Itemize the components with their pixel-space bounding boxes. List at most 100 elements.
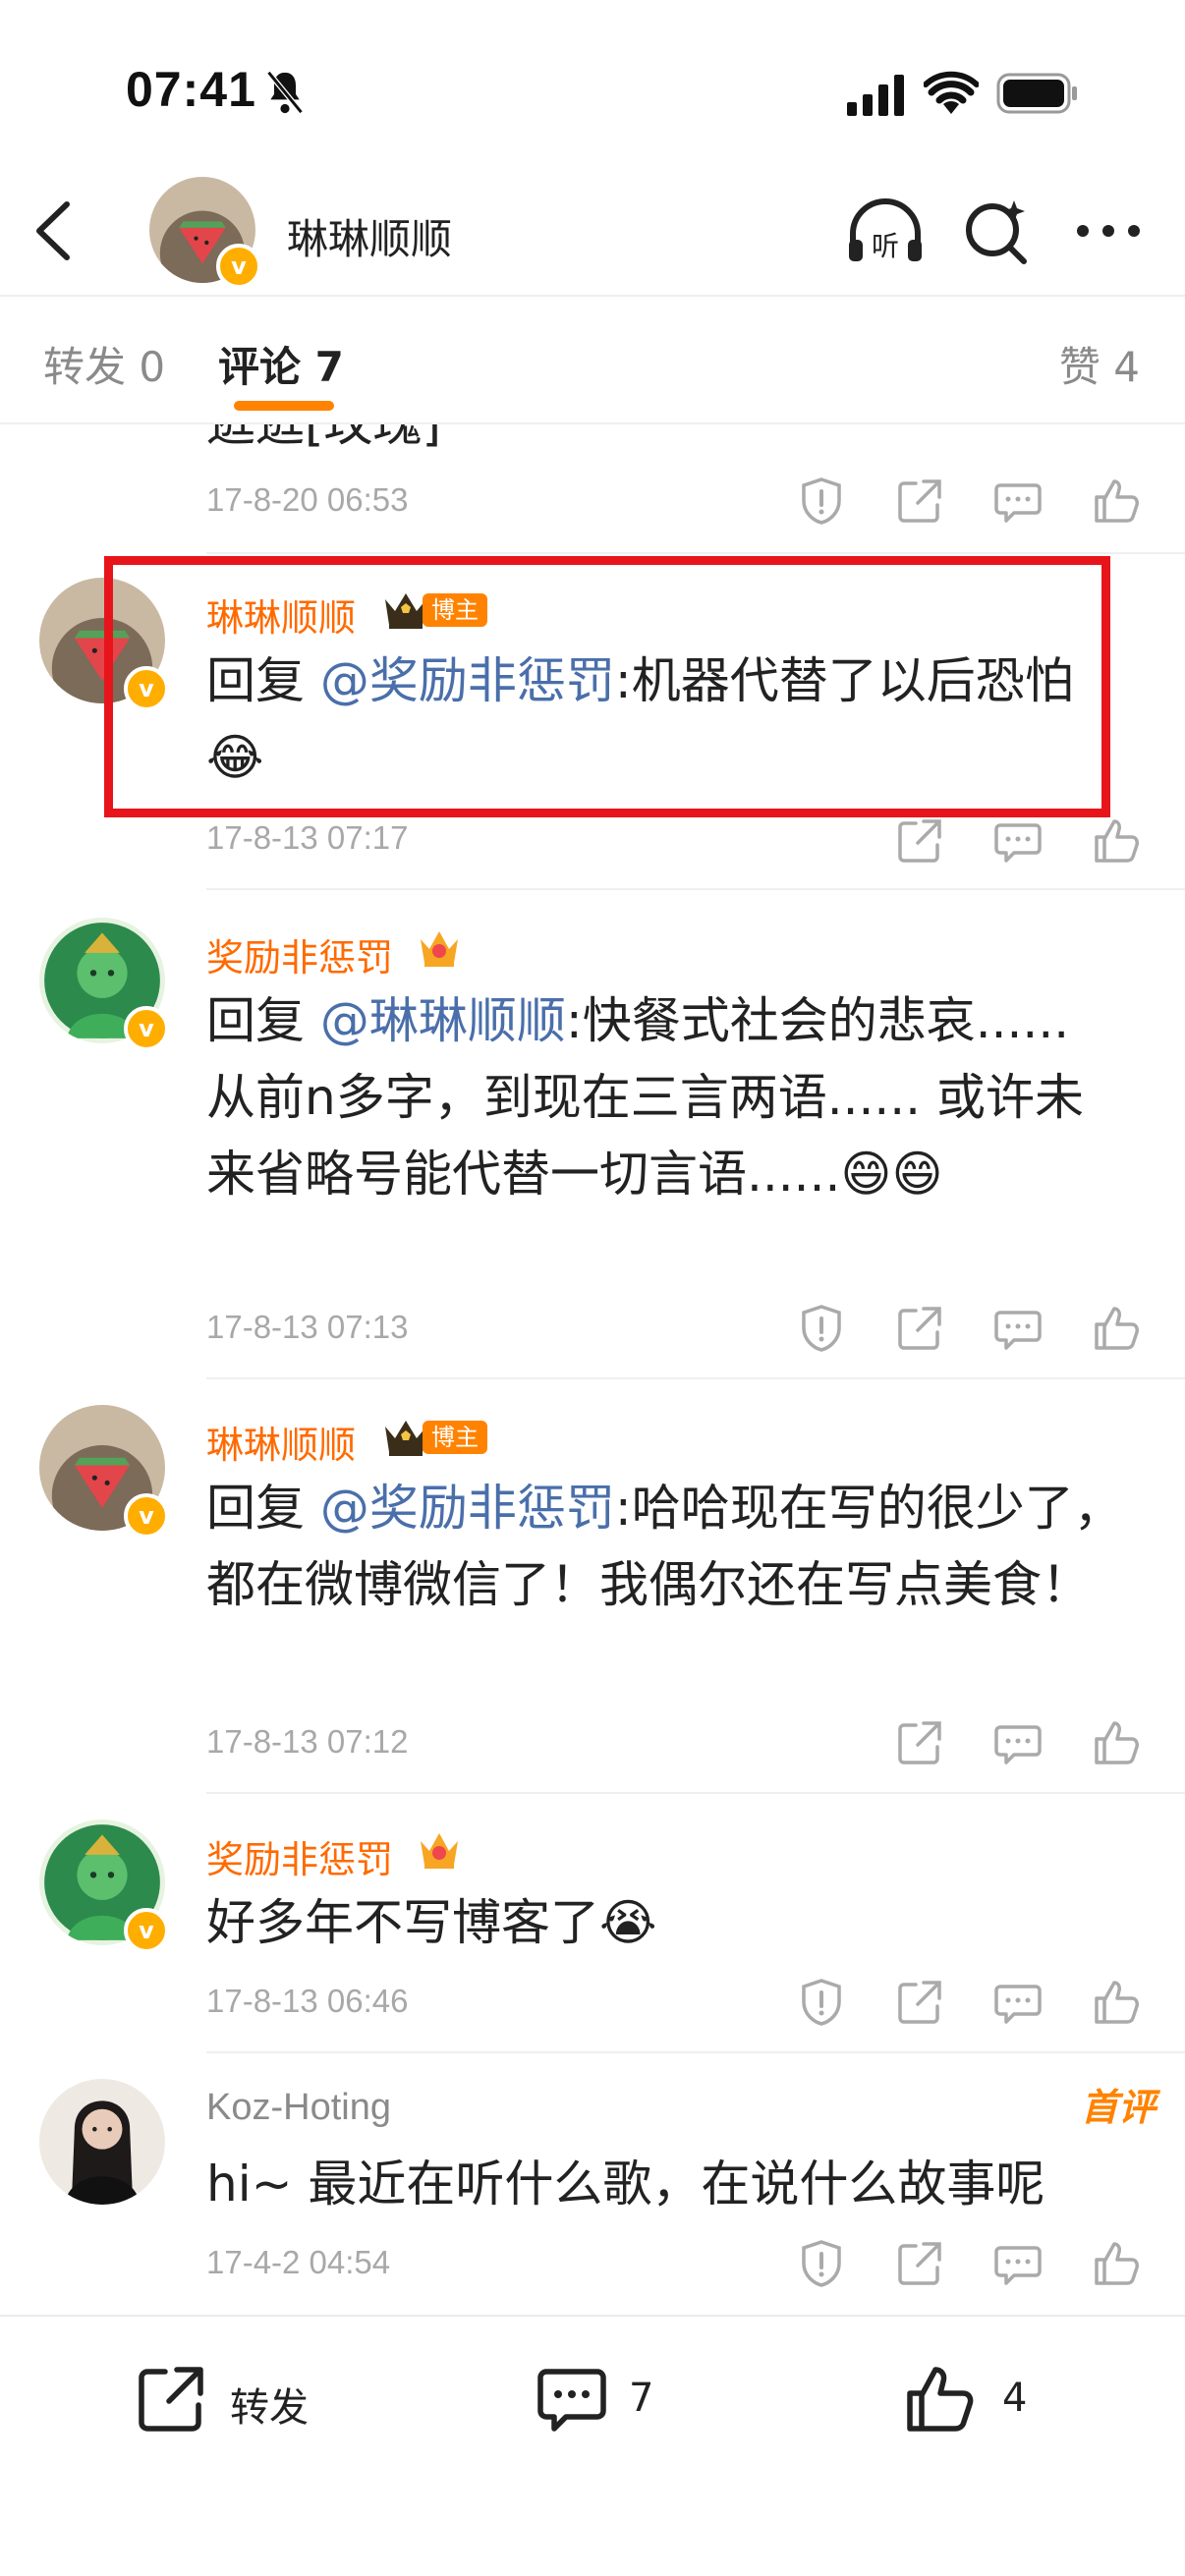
thumbs-up-icon bbox=[1095, 1721, 1139, 1764]
comment-username[interactable]: Koz-Hoting bbox=[206, 2087, 391, 2129]
like-button[interactable] bbox=[1091, 815, 1142, 867]
bottom-comments-button[interactable]: 7 bbox=[535, 2358, 682, 2440]
share-icon bbox=[898, 1307, 941, 1350]
mute-icon bbox=[263, 69, 307, 116]
back-button[interactable] bbox=[29, 196, 79, 265]
comment-list-clip: 逛逛[玫瑰] bbox=[0, 424, 1185, 464]
comment-actions bbox=[786, 2238, 1159, 2289]
thumbs-up-icon bbox=[1095, 1307, 1139, 1350]
comment-text: hi~ 最近在听什么歌，在说什么故事呢 bbox=[206, 2156, 1045, 2212]
reply-button[interactable] bbox=[992, 1717, 1044, 1768]
reply-button[interactable] bbox=[992, 1303, 1044, 1354]
comment-actions bbox=[786, 476, 1159, 527]
emoji: 😭 bbox=[599, 1894, 657, 1951]
row-divider bbox=[206, 888, 1185, 890]
thumbs-up-icon bbox=[1095, 819, 1139, 863]
comment-avatar[interactable] bbox=[39, 2079, 165, 2205]
more-dots-icon bbox=[1077, 225, 1140, 237]
mention-link[interactable]: @琳琳顺顺 bbox=[320, 992, 566, 1049]
bottom-repost-button[interactable]: 转发 bbox=[134, 2358, 350, 2440]
comment-actions bbox=[786, 1977, 1159, 2028]
share-icon bbox=[898, 479, 941, 523]
comment-time: 17-8-20 06:53 bbox=[206, 481, 409, 518]
comment-icon bbox=[535, 2362, 609, 2436]
report-button[interactable] bbox=[796, 1977, 847, 2028]
comment-text: 好多年不写博客了😭 bbox=[206, 1884, 1130, 1961]
listen-button[interactable]: 听 bbox=[845, 196, 926, 265]
comment-icon bbox=[994, 2246, 1042, 2285]
comment-time: 17-8-13 06:46 bbox=[206, 1983, 409, 2019]
share-button[interactable] bbox=[894, 815, 945, 867]
battery-icon bbox=[996, 73, 1079, 114]
like-button[interactable] bbox=[1091, 1717, 1142, 1768]
like-button[interactable] bbox=[1091, 1303, 1142, 1354]
row-divider bbox=[206, 2051, 1185, 2053]
vip-crown-icon bbox=[417, 1827, 462, 1871]
reply-button[interactable] bbox=[992, 815, 1044, 867]
headphones-icon: 听 bbox=[849, 198, 922, 262]
like-button[interactable] bbox=[1091, 1977, 1142, 2028]
comment-icon bbox=[994, 1985, 1042, 2024]
thumbs-up-icon bbox=[1095, 2242, 1139, 2285]
report-button[interactable] bbox=[796, 476, 847, 527]
search-icon bbox=[966, 200, 1027, 264]
comment-icon bbox=[994, 1311, 1042, 1350]
share-button[interactable] bbox=[894, 2238, 945, 2289]
verified-badge-icon: v bbox=[124, 1493, 169, 1539]
comment-icon bbox=[994, 1725, 1042, 1764]
comment-time: 17-4-2 04:54 bbox=[206, 2244, 391, 2280]
row-divider bbox=[206, 552, 1185, 554]
svg-text:听: 听 bbox=[872, 230, 899, 262]
verified-badge-icon: v bbox=[124, 1908, 169, 1953]
reply-button[interactable] bbox=[992, 476, 1044, 527]
tab-likes[interactable]: 赞 4 bbox=[1059, 334, 1140, 394]
chevron-left-icon bbox=[36, 201, 70, 260]
comment-username[interactable]: 琳琳顺顺 bbox=[206, 1415, 356, 1469]
row-divider bbox=[206, 1792, 1185, 1794]
shield-icon bbox=[802, 1305, 841, 1352]
reply-button[interactable] bbox=[992, 2238, 1044, 2289]
comment-time: 17-8-13 07:13 bbox=[206, 1309, 409, 1345]
shield-icon bbox=[802, 1979, 841, 2026]
bottom-bar-divider bbox=[0, 2315, 1185, 2317]
bottom-likes-count: 4 bbox=[1002, 2376, 1028, 2421]
comment-actions bbox=[786, 1717, 1159, 1768]
vip-crown-icon bbox=[417, 925, 462, 969]
status-time: 07:41 bbox=[126, 62, 256, 117]
bottom-comments-count: 7 bbox=[629, 2376, 654, 2421]
reply-button[interactable] bbox=[992, 1977, 1044, 2028]
comment-actions bbox=[786, 1303, 1159, 1354]
share-icon bbox=[898, 819, 941, 863]
share-button[interactable] bbox=[894, 1717, 945, 1768]
share-button[interactable] bbox=[894, 1303, 945, 1354]
like-button[interactable] bbox=[1091, 476, 1142, 527]
mention-link[interactable]: @奖励非惩罚 bbox=[320, 1480, 615, 1537]
like-button[interactable] bbox=[1091, 2238, 1142, 2289]
comment-username[interactable]: 奖励非惩罚 bbox=[206, 1829, 393, 1883]
wifi-icon bbox=[923, 71, 980, 116]
verified-badge-icon: v bbox=[216, 244, 261, 289]
bottom-like-button[interactable]: 4 bbox=[902, 2358, 1049, 2440]
share-button[interactable] bbox=[894, 1977, 945, 2028]
comment-icon bbox=[994, 483, 1042, 523]
comment-username[interactable]: 奖励非惩罚 bbox=[206, 927, 393, 981]
share-icon bbox=[898, 1721, 941, 1764]
header-divider bbox=[0, 295, 1185, 297]
highlight-box bbox=[104, 556, 1110, 817]
share-button[interactable] bbox=[894, 476, 945, 527]
header-username[interactable]: 琳琳顺顺 bbox=[287, 206, 452, 266]
report-button[interactable] bbox=[796, 2238, 847, 2289]
bottom-repost-label: 转发 bbox=[230, 2385, 309, 2431]
emoji: 😄😄 bbox=[840, 1146, 943, 1203]
more-button[interactable] bbox=[1075, 216, 1142, 246]
share-icon bbox=[898, 2242, 941, 2285]
reply-prefix: 回复 bbox=[206, 992, 305, 1049]
first-comment-tag: 首评 bbox=[1080, 2086, 1156, 2129]
comment-actions bbox=[786, 815, 1159, 867]
verified-badge-icon: v bbox=[124, 1006, 169, 1051]
tab-comments[interactable]: 评论 7 bbox=[218, 334, 344, 394]
tab-repost[interactable]: 转发 0 bbox=[43, 334, 165, 394]
search-button[interactable] bbox=[963, 196, 1032, 265]
share-icon bbox=[898, 1981, 941, 2024]
report-button[interactable] bbox=[796, 1303, 847, 1354]
